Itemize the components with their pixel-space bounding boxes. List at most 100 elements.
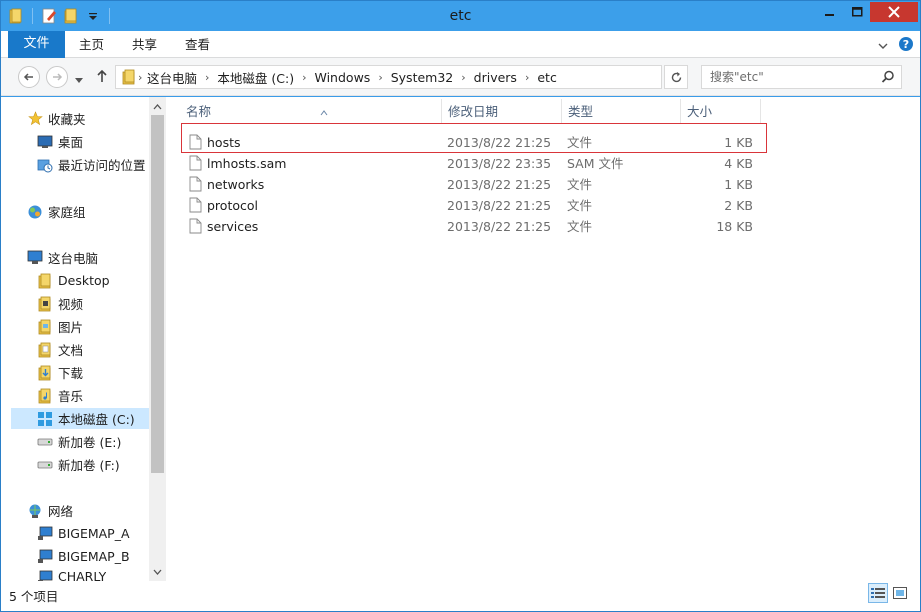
status-bar: 5 个项目	[1, 581, 920, 611]
scrollbar-thumb[interactable]	[151, 115, 164, 473]
tab-file[interactable]: 文件	[8, 31, 65, 58]
file-row[interactable]: hosts 2013/8/22 21:25 文件 1 KB	[181, 132, 771, 153]
help-icon[interactable]: ?	[898, 36, 914, 55]
back-button[interactable]	[18, 66, 40, 88]
network-computer-icon	[37, 526, 53, 542]
details-view-icon[interactable]	[868, 583, 888, 603]
nav-item-label: 本地磁盘 (C:)	[58, 412, 135, 427]
nav-music[interactable]: 音乐	[37, 385, 83, 406]
nav-item-label: 音乐	[58, 389, 84, 404]
breadcrumb-item[interactable]: 本地磁盘 (C:)	[214, 68, 297, 87]
videos-folder-icon	[37, 296, 53, 312]
nav-item-label: CHARLY	[58, 569, 107, 581]
file-date: 2013/8/22 21:25	[447, 198, 552, 213]
nav-item-label: 最近访问的位置	[58, 158, 146, 173]
breadcrumb-chevron-icon[interactable]: ›	[520, 71, 534, 84]
file-type: 文件	[567, 198, 593, 213]
nav-homegroup[interactable]: 家庭组	[27, 201, 86, 222]
scroll-down-icon[interactable]	[152, 566, 163, 577]
tab-view[interactable]: 查看	[185, 31, 210, 58]
music-folder-icon	[37, 388, 53, 404]
column-header-label: 名称	[186, 104, 212, 119]
column-header-size[interactable]: 大小	[681, 99, 761, 123]
nav-item-label: 图片	[58, 320, 84, 335]
nav-item-label: Desktop	[58, 273, 110, 288]
file-type: SAM 文件	[567, 156, 624, 171]
file-row[interactable]: lmhosts.sam 2013/8/22 23:35 SAM 文件 4 KB	[181, 153, 771, 174]
file-name: lmhosts.sam	[207, 156, 287, 171]
large-icons-view-icon[interactable]	[890, 583, 910, 603]
content-area: 收藏夹 桌面 最近访问的位置 家庭组 这台电脑 Desktop 视频 图片 文档…	[1, 97, 920, 581]
breadcrumb-chevron-icon[interactable]: ›	[200, 71, 214, 84]
file-row[interactable]: services 2013/8/22 21:25 文件 18 KB	[181, 216, 771, 237]
nav-network[interactable]: 网络	[27, 500, 73, 521]
network-icon	[27, 503, 43, 519]
breadcrumb-chevron-icon[interactable]: ›	[297, 71, 311, 84]
nav-volume-f[interactable]: 新加卷 (F:)	[37, 454, 120, 475]
nav-documents[interactable]: 文档	[37, 339, 83, 360]
search-input[interactable]	[710, 69, 870, 85]
sort-ascending-icon	[320, 99, 328, 125]
drive-icon	[37, 434, 53, 450]
documents-folder-icon	[37, 342, 53, 358]
column-header-date[interactable]: 修改日期	[442, 99, 562, 123]
recent-locations-dropdown[interactable]	[75, 72, 83, 87]
breadcrumb-chevron-icon[interactable]: ›	[373, 71, 387, 84]
nav-item-label: BIGEMAP_B	[58, 549, 130, 564]
up-arrow-icon[interactable]	[96, 69, 108, 86]
nav-volume-e[interactable]: 新加卷 (E:)	[37, 431, 121, 452]
breadcrumb-item[interactable]: 这台电脑	[144, 68, 200, 87]
address-bar[interactable]: › 这台电脑 › 本地磁盘 (C:) › Windows › System32 …	[115, 65, 772, 89]
refresh-button[interactable]	[664, 65, 688, 89]
nav-favorites[interactable]: 收藏夹	[27, 108, 86, 129]
breadcrumb-item[interactable]: System32	[388, 70, 457, 85]
nav-desktop[interactable]: 桌面	[37, 131, 83, 152]
nav-this-pc[interactable]: 这台电脑	[27, 247, 98, 268]
breadcrumb-item[interactable]: Windows	[312, 70, 374, 85]
file-type: 文件	[567, 135, 593, 150]
column-header-name[interactable]: 名称	[180, 99, 442, 123]
nav-recent-places[interactable]: 最近访问的位置	[37, 154, 146, 175]
breadcrumb-chevron-icon[interactable]: ›	[138, 71, 142, 84]
search-box[interactable]	[701, 65, 902, 89]
chevron-down-icon[interactable]	[878, 38, 888, 53]
file-type: 文件	[567, 219, 593, 234]
nav-item-label: 下载	[58, 366, 84, 381]
file-row[interactable]: networks 2013/8/22 21:25 文件 1 KB	[181, 174, 771, 195]
tab-share[interactable]: 共享	[132, 31, 157, 58]
nav-item-label: 家庭组	[48, 205, 86, 220]
svg-text:?: ?	[903, 38, 909, 51]
star-icon	[27, 111, 43, 127]
nav-pictures[interactable]: 图片	[37, 316, 83, 337]
breadcrumb-item[interactable]: etc	[534, 70, 559, 85]
pictures-folder-icon	[37, 319, 53, 335]
computer-icon	[27, 250, 43, 266]
nav-bigemap-b[interactable]: BIGEMAP_B	[37, 546, 130, 567]
column-header-type[interactable]: 类型	[562, 99, 681, 123]
minimize-button[interactable]	[816, 1, 844, 23]
nav-item-label: 新加卷 (F:)	[58, 458, 120, 473]
nav-charly[interactable]: CHARLY	[37, 569, 106, 581]
nav-videos[interactable]: 视频	[37, 293, 83, 314]
nav-downloads[interactable]: 下载	[37, 362, 83, 383]
maximize-button[interactable]	[844, 1, 870, 23]
close-button[interactable]	[870, 2, 918, 22]
nav-bigemap-a[interactable]: BIGEMAP_A	[37, 523, 130, 544]
ribbon-tabs: 文件 主页 共享 查看 ?	[1, 31, 920, 58]
nav-local-disk-c[interactable]: 本地磁盘 (C:)	[11, 408, 149, 429]
explorer-window: etc 文件 主页 共享 查看 ? › 这台电脑 › 本地磁盘 (C:) › W…	[0, 0, 921, 612]
breadcrumb-chevron-icon[interactable]: ›	[456, 71, 470, 84]
navigation-scrollbar[interactable]	[149, 97, 166, 581]
nav-item-label: 桌面	[58, 135, 84, 150]
scroll-up-icon[interactable]	[152, 101, 163, 112]
nav-item-label: BIGEMAP_A	[58, 526, 130, 541]
tab-home[interactable]: 主页	[79, 31, 104, 58]
search-icon[interactable]	[881, 70, 895, 87]
nav-item-label: 文档	[58, 343, 84, 358]
nav-desktop-folder[interactable]: Desktop	[37, 270, 110, 291]
breadcrumb-item[interactable]: drivers	[471, 70, 520, 85]
nav-item-label: 视频	[58, 297, 84, 312]
downloads-folder-icon	[37, 365, 53, 381]
file-row[interactable]: protocol 2013/8/22 21:25 文件 2 KB	[181, 195, 771, 216]
forward-button[interactable]	[46, 66, 68, 88]
